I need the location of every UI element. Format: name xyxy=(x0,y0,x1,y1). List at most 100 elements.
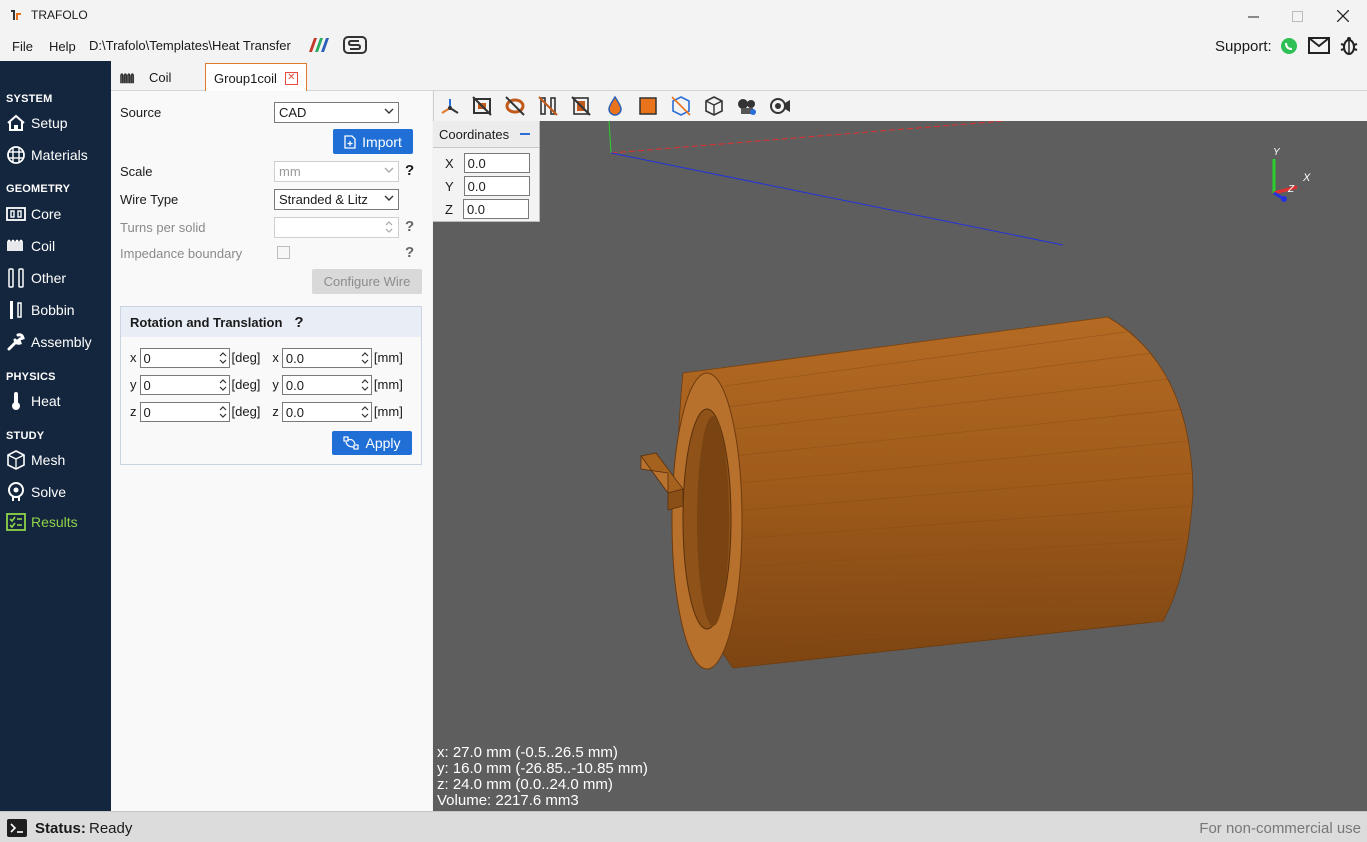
support-label: Support: xyxy=(1215,38,1272,55)
spin-arrows-icon[interactable] xyxy=(360,377,370,393)
tab-label: Group1coil xyxy=(214,70,277,86)
tr-x-value: 0.0 xyxy=(285,350,304,366)
bug-report-icon[interactable] xyxy=(1339,36,1359,56)
tab-group1coil[interactable]: Group1coil ✕ xyxy=(205,63,307,92)
sidebar-item-solve[interactable]: Solve xyxy=(6,480,66,504)
coord-y-input[interactable]: 0.0 xyxy=(463,176,530,196)
sidebar-item-bobbin[interactable]: Bobbin xyxy=(6,298,75,322)
spin-arrows-icon[interactable] xyxy=(360,404,370,420)
tr-y-value: 0.0 xyxy=(285,377,304,393)
trafolo-logo-icon xyxy=(11,10,21,20)
status-value: Ready xyxy=(89,820,133,837)
thermometer-icon xyxy=(12,392,20,410)
hide-bobbin-icon[interactable] xyxy=(570,95,592,117)
impedance-boundary-label: Impedance boundary xyxy=(120,246,243,261)
import-file-icon xyxy=(344,134,356,149)
paraview-icon[interactable] xyxy=(307,37,329,53)
solid-shading-icon[interactable] xyxy=(637,95,659,117)
rot-unit: [deg] xyxy=(231,377,261,392)
rotation-help-icon[interactable]: ? xyxy=(294,314,303,331)
menu-file[interactable]: File xyxy=(12,39,33,54)
materials-icon xyxy=(7,146,25,164)
coord-y-label: Y xyxy=(445,178,454,194)
spin-arrows-icon[interactable] xyxy=(218,350,228,366)
hide-other-icon[interactable] xyxy=(537,95,559,117)
tab-coil[interactable]: Coil xyxy=(111,63,205,92)
rot-axis-label: x xyxy=(130,350,137,365)
sidebar-item-label: Setup xyxy=(31,115,68,131)
status-bar: Status: Ready For non-commercial use xyxy=(0,811,1367,842)
triad-y-label: Y xyxy=(1273,147,1280,158)
rotation-row-z: z 0 [deg] z 0.0 [mm] xyxy=(130,401,403,422)
sidebar-item-core[interactable]: Core xyxy=(6,202,61,226)
source-select[interactable]: CAD xyxy=(274,102,399,123)
coord-z-input[interactable]: 0.0 xyxy=(462,199,529,219)
video-camera-icon[interactable] xyxy=(769,95,791,117)
sidebar-item-heat[interactable]: Heat xyxy=(6,389,61,413)
tr-x-spinbox[interactable]: 0.0 xyxy=(281,347,372,368)
spin-arrows-icon[interactable] xyxy=(218,404,228,420)
wireframe-icon[interactable] xyxy=(670,95,692,117)
import-button[interactable]: Import xyxy=(333,129,413,154)
scale-help-icon[interactable]: ? xyxy=(405,162,414,179)
sidebar-item-coil[interactable]: Coil xyxy=(6,234,55,258)
apply-button-label: Apply xyxy=(365,435,401,451)
sidebar-item-label: Heat xyxy=(31,393,61,409)
maximize-button[interactable] xyxy=(1274,4,1320,28)
source-select-value: CAD xyxy=(279,105,307,120)
coord-x-input[interactable]: 0.0 xyxy=(463,153,530,173)
turns-per-solid-label: Turns per solid xyxy=(120,220,206,235)
spin-arrows-icon[interactable] xyxy=(360,350,370,366)
tr-z-spinbox[interactable]: 0.0 xyxy=(281,401,372,422)
rot-x-spinbox[interactable]: 0 xyxy=(139,347,230,368)
turns-help-icon[interactable]: ? xyxy=(405,218,414,235)
close-window-button[interactable] xyxy=(1320,4,1366,28)
collapse-icon[interactable] xyxy=(519,129,531,139)
hide-coil-icon[interactable] xyxy=(504,95,526,117)
tr-unit: [mm] xyxy=(373,350,403,365)
menu-help[interactable]: Help xyxy=(49,39,76,54)
minimize-icon xyxy=(1247,16,1259,17)
show-fluid-icon[interactable] xyxy=(604,95,626,117)
sidebar-item-setup[interactable]: Setup xyxy=(6,111,68,135)
coordinates-title: Coordinates xyxy=(439,126,510,142)
mail-icon[interactable] xyxy=(1308,37,1330,54)
sidebar-item-assembly[interactable]: Assembly xyxy=(6,330,92,354)
apply-button[interactable]: Apply xyxy=(332,431,412,455)
rot-axis-label: y xyxy=(130,377,137,392)
3d-viewport[interactable]: Y X Z Coordinates X 0.0 Y 0.0 Z 0.0 x: 2… xyxy=(433,121,1367,811)
coord-z-row: Z 0.0 xyxy=(445,199,529,219)
coordinates-panel: Coordinates X 0.0 Y 0.0 Z 0.0 xyxy=(433,121,540,222)
spin-arrows-icon xyxy=(385,221,393,233)
sidebar-item-other[interactable]: Other xyxy=(6,266,66,290)
salome-icon[interactable] xyxy=(343,36,367,54)
triad-z-label: Z xyxy=(1288,184,1295,195)
minimize-button[interactable] xyxy=(1230,4,1276,28)
coord-x-label: X xyxy=(445,155,454,171)
sidebar-item-label: Materials xyxy=(31,147,88,163)
spin-arrows-icon[interactable] xyxy=(218,377,228,393)
sidebar-item-mesh[interactable]: Mesh xyxy=(6,448,65,472)
model-canvas[interactable] xyxy=(433,121,1367,811)
sidebar-item-results[interactable]: Results xyxy=(6,510,78,534)
sidebar-item-label: Other xyxy=(31,270,67,286)
wire-type-select[interactable]: Stranded & Litz xyxy=(274,189,399,210)
whatsapp-icon[interactable] xyxy=(1280,37,1298,55)
chevron-down-icon xyxy=(384,167,394,173)
terminal-icon[interactable] xyxy=(6,818,28,838)
view-axes-icon[interactable] xyxy=(439,95,461,117)
chevron-down-icon xyxy=(384,195,394,201)
impedance-help-icon[interactable]: ? xyxy=(405,244,414,261)
rotation-row-x: x 0 [deg] x 0.0 [mm] xyxy=(130,347,403,368)
tr-y-spinbox[interactable]: 0.0 xyxy=(281,374,372,395)
rot-y-spinbox[interactable]: 0 xyxy=(139,374,230,395)
hide-core-icon[interactable] xyxy=(471,95,493,117)
close-tab-icon[interactable]: ✕ xyxy=(284,71,298,85)
turns-per-solid-spinbox xyxy=(274,217,399,238)
coil-model[interactable] xyxy=(640,316,1194,670)
view-cube-icon[interactable] xyxy=(703,95,725,117)
sidebar-item-materials[interactable]: Materials xyxy=(6,143,88,167)
camera-record-icon[interactable] xyxy=(736,95,758,117)
dim-x: x: 27.0 mm (-0.5..26.5 mm) xyxy=(437,744,618,761)
rot-z-spinbox[interactable]: 0 xyxy=(139,401,230,422)
